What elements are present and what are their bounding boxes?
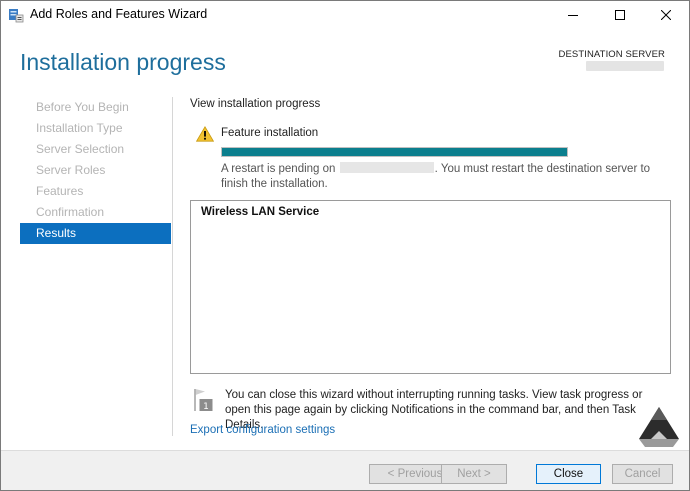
wizard-window: Add Roles and Features Wizard Installati… [0, 0, 690, 491]
warning-icon [195, 126, 215, 142]
nav-divider [172, 97, 173, 436]
restart-message-prefix: A restart is pending on [221, 163, 336, 175]
minimize-button[interactable] [550, 1, 596, 29]
results-list[interactable]: Wireless LAN Service [190, 200, 671, 374]
restart-pending-message: A restart is pending on . You must resta… [221, 162, 671, 192]
notification-flag-icon: 1 [192, 388, 214, 412]
maximize-icon [615, 10, 625, 20]
nav-item-confirmation[interactable]: Confirmation [20, 202, 171, 223]
cancel-button[interactable]: Cancel [612, 464, 673, 484]
server-manager-icon [8, 7, 24, 23]
progress-fill [222, 148, 567, 156]
nav-item-server-roles[interactable]: Server Roles [20, 160, 171, 181]
close-icon [661, 10, 671, 20]
destination-server-label: DESTINATION SERVER [558, 49, 665, 60]
destination-server-redacted [586, 61, 664, 71]
wizard-nav: Before You Begin Installation Type Serve… [20, 97, 171, 244]
server-name-redacted [339, 162, 434, 173]
installation-progress-bar [221, 147, 568, 157]
section-title: View installation progress [190, 98, 321, 110]
nav-item-server-selection[interactable]: Server Selection [20, 139, 171, 160]
results-item-wireless-lan: Wireless LAN Service [201, 206, 320, 218]
next-button[interactable]: Next > [441, 464, 507, 484]
close-button[interactable]: Close [536, 464, 601, 484]
export-configuration-link[interactable]: Export configuration settings [190, 424, 335, 436]
nav-item-before-you-begin[interactable]: Before You Begin [20, 97, 171, 118]
close-window-button[interactable] [643, 1, 689, 29]
feature-installation-label: Feature installation [221, 127, 319, 139]
window-title: Add Roles and Features Wizard [30, 7, 208, 21]
watermark-logo-icon [637, 405, 681, 449]
svg-text:1: 1 [203, 402, 209, 412]
minimize-icon [568, 15, 578, 16]
nav-item-features[interactable]: Features [20, 181, 171, 202]
maximize-button[interactable] [597, 1, 643, 29]
page-title: Installation progress [20, 49, 226, 75]
nav-item-installation-type[interactable]: Installation Type [20, 118, 171, 139]
nav-item-results[interactable]: Results [20, 223, 171, 244]
title-bar: Add Roles and Features Wizard [1, 1, 689, 29]
wizard-footer: < Previous Next > Close Cancel [1, 450, 689, 490]
